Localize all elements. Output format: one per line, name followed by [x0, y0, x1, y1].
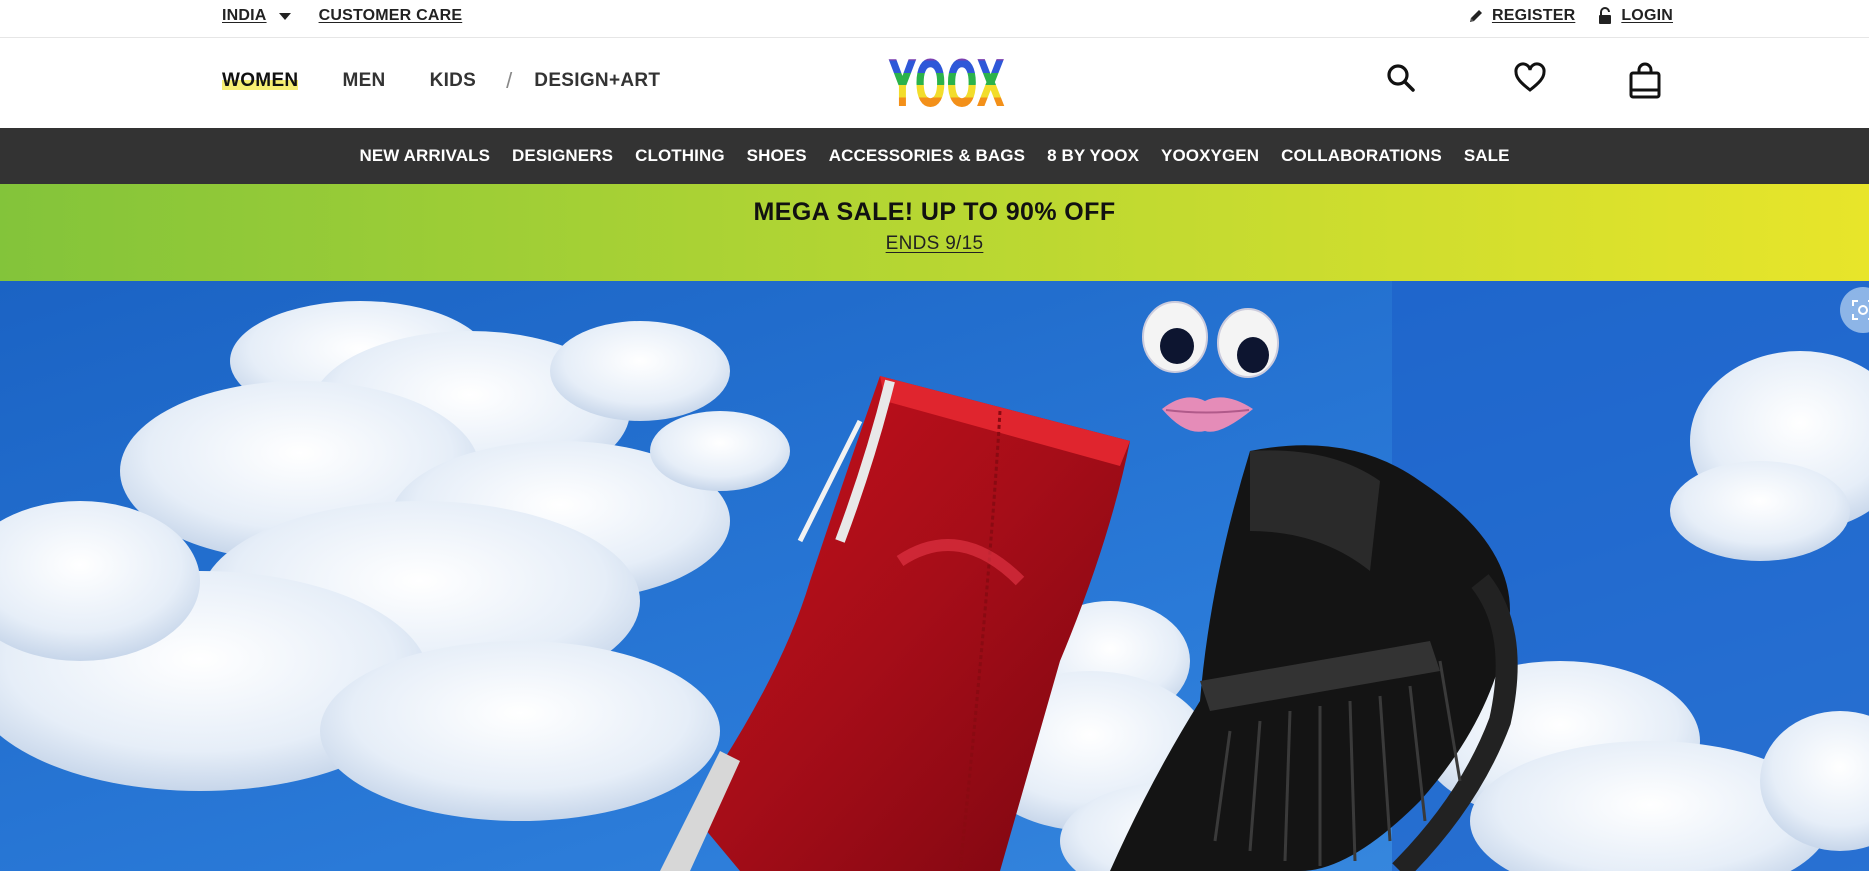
pencil-icon	[1468, 8, 1484, 24]
header-icons	[1385, 62, 1665, 104]
yoox-logo[interactable]: YOOX	[887, 48, 1007, 122]
login-link[interactable]: LOGIN	[1597, 7, 1673, 25]
search-icon[interactable]	[1385, 62, 1417, 99]
category-clothing[interactable]: CLOTHING	[635, 146, 725, 166]
category-new-arrivals[interactable]: NEW ARRIVALS	[359, 146, 490, 166]
nav-design-art[interactable]: DESIGN+ART	[534, 70, 660, 92]
nav-divider: /	[506, 68, 513, 93]
promo-ends-link[interactable]: ENDS 9/15	[886, 233, 984, 255]
promo-title: MEGA SALE! UP TO 90% OFF	[753, 198, 1116, 226]
register-link[interactable]: REGISTER	[1468, 7, 1575, 25]
category-nav: NEW ARRIVALS DESIGNERS CLOTHING SHOES AC…	[0, 128, 1869, 184]
lock-icon	[1597, 7, 1613, 25]
chevron-down-icon[interactable]	[278, 12, 291, 20]
category-designers[interactable]: DESIGNERS	[512, 146, 613, 166]
gender-nav: WOMEN MEN KIDS / DESIGN+ART	[222, 68, 660, 94]
shopping-bag-icon[interactable]	[1628, 62, 1662, 105]
category-8-by-yoox[interactable]: 8 BY YOOX	[1047, 146, 1139, 166]
category-collaborations[interactable]: COLLABORATIONS	[1281, 146, 1442, 166]
category-yooxygen[interactable]: YOOXYGEN	[1161, 146, 1259, 166]
utility-bar: INDIA CUSTOMER CARE REGISTER LOGIN	[0, 0, 1869, 38]
login-label[interactable]: LOGIN	[1621, 7, 1673, 25]
register-label[interactable]: REGISTER	[1492, 7, 1575, 25]
nav-men[interactable]: MEN	[342, 70, 385, 92]
customer-care-link[interactable]: CUSTOMER CARE	[319, 7, 463, 25]
nav-women[interactable]: WOMEN	[222, 70, 299, 92]
hero-banner[interactable]	[0, 281, 1869, 871]
utility-right: REGISTER LOGIN	[1468, 7, 1673, 25]
heart-icon[interactable]	[1513, 62, 1547, 99]
category-sale[interactable]: SALE	[1464, 146, 1510, 166]
logo-text: YOOX	[888, 51, 1005, 111]
hero-image	[0, 281, 1869, 871]
promo-banner[interactable]: MEGA SALE! UP TO 90% OFF ENDS 9/15	[0, 184, 1869, 281]
main-header: WOMEN MEN KIDS / DESIGN+ART YOOX	[0, 38, 1869, 128]
category-shoes[interactable]: SHOES	[747, 146, 807, 166]
nav-kids[interactable]: KIDS	[430, 70, 477, 92]
category-accessories-bags[interactable]: ACCESSORIES & BAGS	[829, 146, 1025, 166]
utility-left: INDIA CUSTOMER CARE	[222, 7, 462, 25]
country-selector[interactable]: INDIA	[222, 7, 267, 25]
